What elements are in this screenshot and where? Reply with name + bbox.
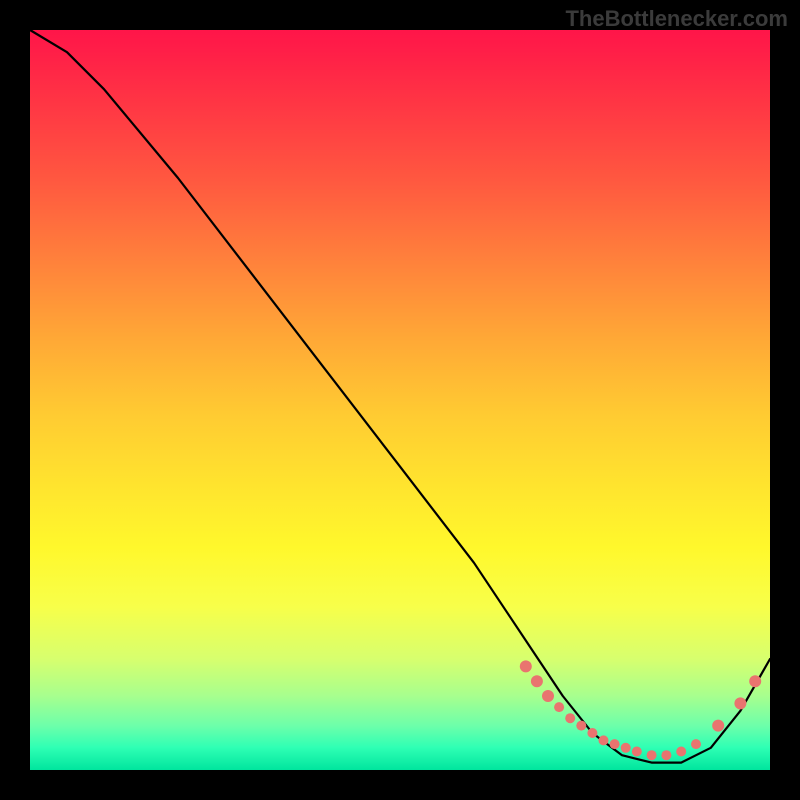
plot-area [30,30,770,770]
curve-marker [587,728,597,738]
curve-marker [661,750,671,760]
chart-svg [30,30,770,770]
curve-marker [599,735,609,745]
curve-line [30,30,770,763]
curve-marker [542,690,554,702]
curve-markers [520,660,761,760]
curve-marker [691,739,701,749]
curve-marker [676,747,686,757]
curve-marker [531,675,543,687]
curve-marker [520,660,532,672]
curve-marker [632,747,642,757]
curve-marker [576,721,586,731]
curve-marker [554,702,564,712]
curve-marker [565,713,575,723]
attribution-label: TheBottlenecker.com [565,6,788,32]
curve-marker [712,720,724,732]
curve-marker [749,675,761,687]
curve-marker [610,739,620,749]
chart-stage: TheBottlenecker.com [0,0,800,800]
curve-marker [647,750,657,760]
curve-marker [621,743,631,753]
curve-marker [734,697,746,709]
